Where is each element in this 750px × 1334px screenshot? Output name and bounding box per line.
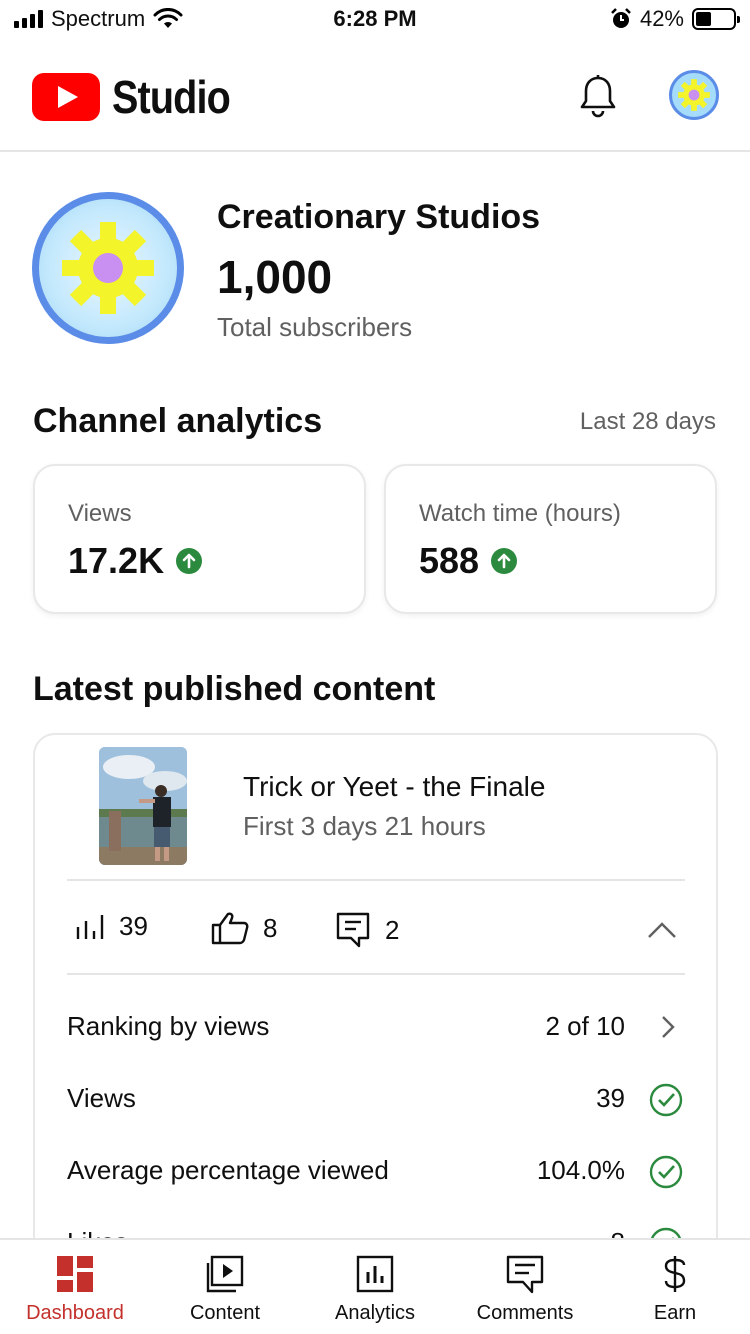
app-header: Studio [0,40,750,152]
gear-icon [62,222,154,314]
row-label: Average percentage viewed [67,1155,389,1185]
video-thumbnail[interactable] [99,747,187,865]
likes-stat: 8 [211,911,277,945]
nav-analytics[interactable]: Analytics [300,1240,450,1334]
bar-chart-icon [76,914,104,939]
subscriber-label: Total subscribers [217,312,413,342]
metric-value: 17.2K [68,540,203,582]
analytics-icon [356,1255,394,1293]
metric-number: 588 [419,540,480,581]
nav-label: Analytics [334,1302,416,1324]
battery-fill [696,12,712,26]
analytics-title: Channel analytics [33,402,323,440]
row-value: 39 [596,1083,625,1113]
views-stat: 39 [75,911,148,942]
row-value: 104.0% [536,1155,625,1185]
latest-content-title: Latest published content [33,670,436,708]
avg-percentage-row: Average percentage viewed 104.0% [67,1149,685,1193]
latest-content-card: Trick or Yeet - the Finale First 3 days … [33,733,718,1293]
logo-text: Studio [112,71,231,123]
studio-logo[interactable]: Studio [32,70,249,124]
notifications-bell-icon[interactable] [578,74,618,118]
row-value: 2 of 10 [545,1011,625,1041]
subscriber-count: 1,000 [217,251,333,303]
comment-icon [336,912,370,948]
video-subtitle: First 3 days 21 hours [243,811,486,841]
thumbs-up-icon [211,912,249,945]
views-row: Views 39 [67,1077,685,1121]
nav-label: Content [189,1302,261,1324]
watch-time-metric-card[interactable]: Watch time (hours) 588 [384,464,717,614]
chevron-right-icon [662,1016,675,1038]
account-avatar[interactable] [669,70,719,120]
battery-icon [692,8,740,30]
battery-percent: 42% [639,6,684,31]
metric-label: Watch time (hours) [419,500,621,527]
gear-icon [678,79,710,111]
nav-label: Comments [476,1302,574,1324]
trend-up-icon [491,548,518,574]
check-circle-icon [649,1083,683,1117]
channel-name: Creationary Studios [217,198,541,236]
comments-stat: 2 [335,911,399,949]
trend-up-icon [176,548,203,574]
metric-label: Views [68,500,132,527]
check-circle-icon [649,1155,683,1189]
status-bar: Spectrum 6:28 PM 42% [0,0,750,40]
nav-dashboard[interactable]: Dashboard [0,1240,150,1334]
comments-icon [506,1255,544,1294]
metric-number: 17.2K [68,540,165,581]
alarm-icon [611,8,631,28]
divider [67,973,685,975]
metric-value: 588 [419,540,518,582]
youtube-logo-icon [32,73,100,121]
nav-label: Earn [653,1302,697,1324]
content-icon [206,1255,244,1293]
chevron-up-icon[interactable] [647,921,677,939]
dashboard-icon [57,1256,93,1292]
nav-comments[interactable]: Comments [450,1240,600,1334]
thumbnail-image [99,747,187,865]
video-title[interactable]: Trick or Yeet - the Finale [243,771,545,803]
analytics-range: Last 28 days [579,408,716,435]
comments-count: 2 [385,914,400,945]
nav-earn[interactable]: Earn [600,1240,750,1334]
views-count: 39 [119,911,148,941]
nav-label: Dashboard [26,1302,124,1324]
ranking-row[interactable]: Ranking by views 2 of 10 [67,1005,685,1049]
dollar-icon [664,1256,686,1292]
row-label: Ranking by views [67,1011,270,1041]
nav-content[interactable]: Content [150,1240,300,1334]
channel-avatar[interactable] [32,192,184,344]
divider [67,879,685,881]
bottom-navigation: Dashboard Content Analytics Comments Ear… [0,1238,750,1334]
row-label: Views [67,1083,136,1113]
views-metric-card[interactable]: Views 17.2K [33,464,366,614]
likes-count: 8 [263,912,278,943]
status-right: 42% [610,6,740,32]
